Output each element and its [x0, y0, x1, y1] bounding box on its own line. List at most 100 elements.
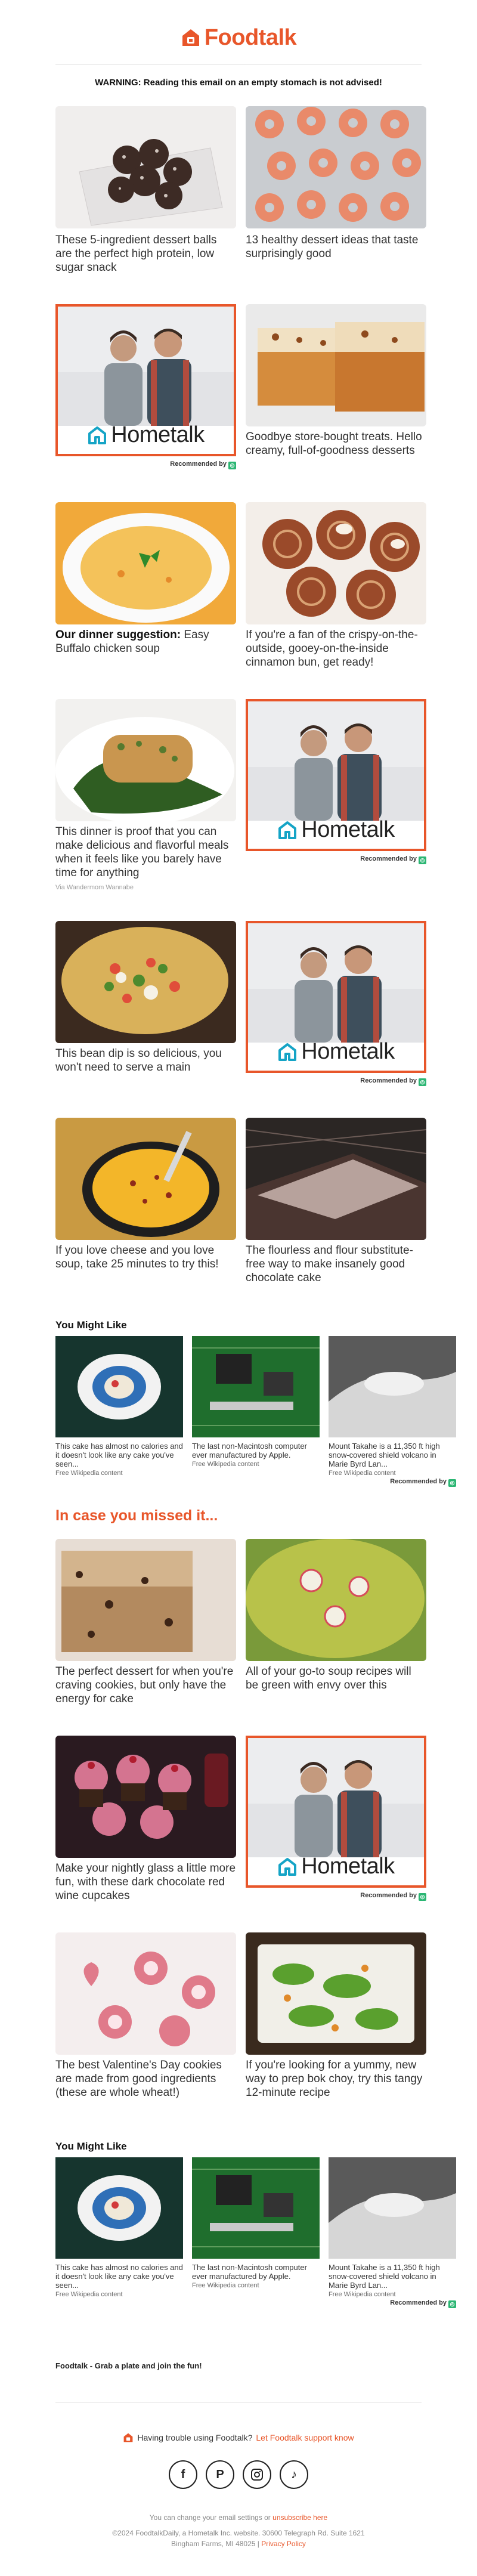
- recommended-by[interactable]: Recommended by ◎: [329, 2299, 456, 2308]
- outbrain-icon: ◎: [448, 2300, 456, 2308]
- volcano-image: [329, 1336, 456, 1437]
- article-image[interactable]: [246, 1118, 426, 1240]
- article-caption[interactable]: Goodbye store-bought treats. Hello cream…: [246, 430, 426, 457]
- logo[interactable]: Foodtalk: [0, 23, 477, 52]
- article-caption[interactable]: These 5-ingredient dessert balls are the…: [55, 233, 236, 274]
- outbrain-icon: ◎: [448, 1479, 456, 1487]
- recommended-by[interactable]: Recommended by ◎: [246, 1892, 426, 1901]
- cheese-soup-image: [55, 1118, 236, 1240]
- facebook-icon[interactable]: f: [169, 2460, 197, 2489]
- article-caption[interactable]: If you love cheese and you love soup, ta…: [55, 1244, 236, 1271]
- outbrain-icon: ◎: [419, 1893, 426, 1901]
- hometalk-ad[interactable]: Hometalk: [246, 921, 426, 1073]
- recommendation-source: Free Wikipedia content: [55, 1470, 123, 1477]
- hometalk-house-icon: [88, 426, 107, 444]
- recommendation-image[interactable]: [55, 1336, 183, 1437]
- recommendation-source: Free Wikipedia content: [55, 2291, 123, 2298]
- email-settings-line: You can change your email settings or un…: [0, 2513, 477, 2522]
- recommendation-source: Free Wikipedia content: [192, 1461, 259, 1468]
- buffalo-soup-image: [55, 502, 236, 624]
- recommended-label: Recommended by: [360, 1892, 417, 1899]
- valentine-cookies-image: [55, 1932, 236, 2055]
- article-caption[interactable]: The flourless and flour substitute-free …: [246, 1244, 426, 1285]
- couple-photo: [58, 307, 234, 426]
- you-might-like-title: You Might Like: [55, 2141, 127, 2152]
- article-image[interactable]: [55, 1736, 236, 1858]
- article-caption[interactable]: Our dinner suggestion: Easy Buffalo chic…: [55, 628, 236, 655]
- article-caption[interactable]: If you're a fan of the crispy-on-the-out…: [246, 628, 426, 669]
- cake-plate-image: [55, 1336, 183, 1437]
- article-image[interactable]: [246, 106, 426, 228]
- support-text: Having trouble using Foodtalk?: [137, 2433, 253, 2442]
- outbrain-icon: ◎: [228, 462, 236, 469]
- hometalk-house-icon: [278, 821, 297, 839]
- privacy-link[interactable]: Privacy Policy: [261, 2540, 306, 2548]
- article-image[interactable]: [55, 1118, 236, 1240]
- recommendation-caption[interactable]: Mount Takahe is a 11,350 ft high snow-co…: [329, 2263, 456, 2290]
- recommended-label: Recommended by: [170, 460, 227, 468]
- recommendation-image[interactable]: [329, 2157, 456, 2259]
- recommendation-image[interactable]: [329, 1336, 456, 1437]
- recommended-by[interactable]: Recommended by ◎: [55, 460, 236, 469]
- article-image[interactable]: [246, 304, 426, 426]
- couple-photo: [248, 923, 424, 1043]
- hometalk-ad[interactable]: Hometalk: [246, 699, 426, 851]
- social-links: f P ♪: [0, 2460, 477, 2489]
- volcano-image: [329, 2157, 456, 2259]
- article-caption[interactable]: 13 healthy dessert ideas that taste surp…: [246, 233, 426, 261]
- recommendation-caption[interactable]: The last non-Macintosh computer ever man…: [192, 2263, 320, 2281]
- article-image[interactable]: [246, 1539, 426, 1661]
- couple-photo: [248, 1738, 424, 1857]
- address-line-2: Bingham Farms, MI 48025 | Privacy Policy: [171, 2540, 306, 2548]
- article-image[interactable]: [55, 1932, 236, 2055]
- recommendation-caption[interactable]: The last non-Macintosh computer ever man…: [192, 1442, 320, 1459]
- outbrain-icon: ◎: [419, 1078, 426, 1086]
- recommended-by[interactable]: Recommended by ◎: [329, 1478, 456, 1487]
- article-caption[interactable]: All of your go-to soup recipes will be g…: [246, 1665, 426, 1692]
- hometalk-brand: Hometalk: [248, 817, 424, 843]
- bok-choy-image: [246, 1932, 426, 2055]
- foodtalk-logo-icon: [123, 2433, 133, 2442]
- support-link[interactable]: Let Foodtalk support know: [256, 2433, 354, 2442]
- unsubscribe-link[interactable]: unsubscribe here: [272, 2513, 327, 2522]
- hometalk-ad[interactable]: Hometalk: [55, 304, 236, 456]
- article-caption[interactable]: If you're looking for a yummy, new way t…: [246, 2058, 426, 2099]
- tiktok-icon[interactable]: ♪: [280, 2460, 308, 2489]
- missed-title: In case you missed it...: [55, 1507, 218, 1524]
- recommendation-image[interactable]: [192, 2157, 320, 2259]
- recommendation-caption[interactable]: Mount Takahe is a 11,350 ft high snow-co…: [329, 1442, 456, 1468]
- address-line: ©2024 FoodtalkDaily, a Hometalk Inc. web…: [112, 2529, 365, 2537]
- pinterest-icon[interactable]: P: [206, 2460, 234, 2489]
- recommended-by[interactable]: Recommended by ◎: [246, 1077, 426, 1086]
- recommendation-image[interactable]: [192, 1336, 320, 1437]
- article-caption[interactable]: The best Valentine's Day cookies are mad…: [55, 2058, 236, 2099]
- caption-lead: Our dinner suggestion:: [55, 629, 181, 641]
- article-caption[interactable]: This dinner is proof that you can make d…: [55, 825, 236, 880]
- recommendation-caption[interactable]: This cake has almost no calories and it …: [55, 2263, 183, 2290]
- recommendation-source: Free Wikipedia content: [329, 2291, 396, 2298]
- article-caption[interactable]: This bean dip is so delicious, you won't…: [55, 1047, 236, 1074]
- dessert-balls-image: [55, 106, 236, 228]
- article-image[interactable]: [55, 106, 236, 228]
- hometalk-house-icon: [278, 1857, 297, 1876]
- article-image[interactable]: [246, 1932, 426, 2055]
- hometalk-house-icon: [278, 1043, 297, 1061]
- article-image[interactable]: [246, 502, 426, 624]
- hometalk-ad[interactable]: Hometalk: [246, 1736, 426, 1888]
- recommendation-image[interactable]: [55, 2157, 183, 2259]
- recommended-label: Recommended by: [390, 2299, 447, 2306]
- recommended-by[interactable]: Recommended by ◎: [246, 855, 426, 864]
- green-soup-image: [246, 1539, 426, 1661]
- article-caption[interactable]: The perfect dessert for when you're crav…: [55, 1665, 236, 1706]
- outbrain-icon: ◎: [419, 856, 426, 864]
- instagram-icon[interactable]: [243, 2460, 271, 2489]
- article-image[interactable]: [55, 502, 236, 624]
- logo-text: Foodtalk: [204, 24, 297, 50]
- article-image[interactable]: [55, 921, 236, 1043]
- article-image[interactable]: [55, 1539, 236, 1661]
- recommended-label: Recommended by: [360, 1077, 417, 1084]
- recommendation-caption[interactable]: This cake has almost no calories and it …: [55, 1442, 183, 1468]
- you-might-like-title: You Might Like: [55, 1319, 127, 1331]
- article-caption[interactable]: Make your nightly glass a little more fu…: [55, 1861, 236, 1903]
- article-image[interactable]: [55, 699, 236, 821]
